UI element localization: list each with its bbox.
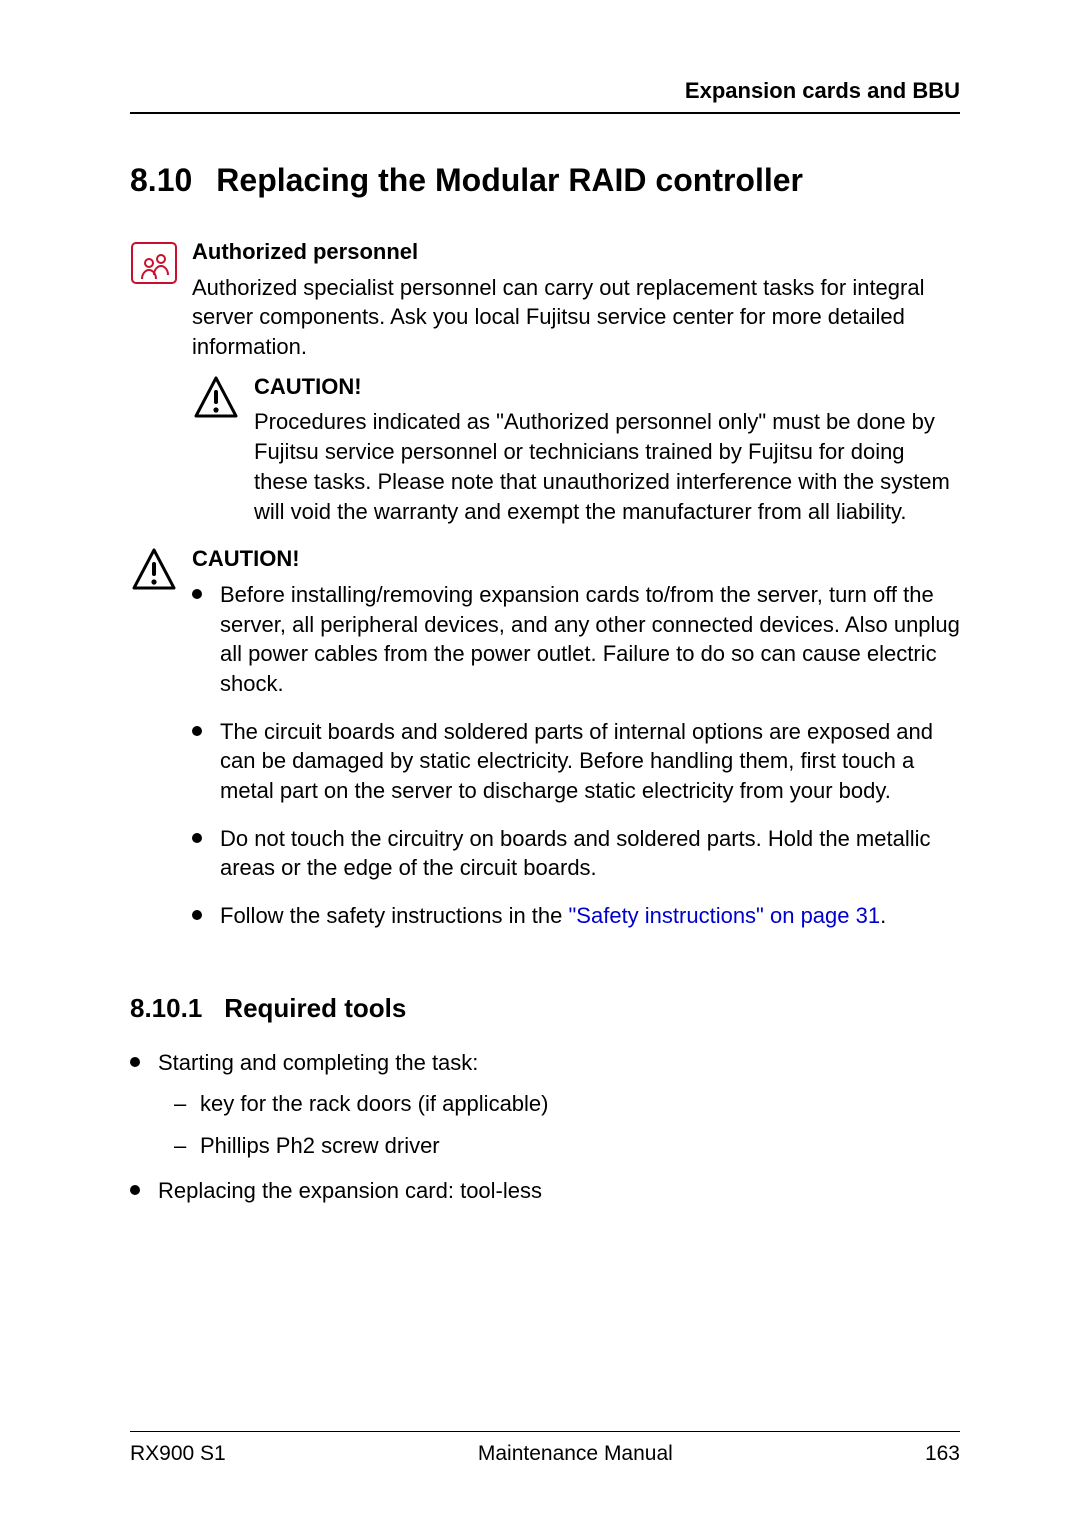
- caution-inner-heading: CAUTION!: [254, 372, 960, 402]
- list-item: Do not touch the circuitry on boards and…: [192, 824, 960, 883]
- list-item: Follow the safety instructions in the "S…: [192, 901, 960, 931]
- section-title-text: Replacing the Modular RAID controller: [216, 162, 803, 199]
- authorized-text: Authorized specialist personnel can carr…: [192, 273, 960, 362]
- list-item: Starting and completing the task: key fo…: [130, 1048, 960, 1162]
- section-title: 8.10 Replacing the Modular RAID controll…: [130, 162, 960, 199]
- list-item: The circuit boards and soldered parts of…: [192, 717, 960, 806]
- caution-inner-block: CAUTION! Procedures indicated as "Author…: [192, 372, 960, 526]
- subsection-title-text: Required tools: [224, 993, 406, 1024]
- safety-instructions-link[interactable]: "Safety instructions" on page 31: [569, 903, 881, 928]
- caution-inner-text: Procedures indicated as "Authorized pers…: [254, 407, 960, 526]
- page: Expansion cards and BBU 8.10 Replacing t…: [0, 0, 1080, 1526]
- list-item: Phillips Ph2 screw driver: [158, 1131, 960, 1162]
- caution-bullet-list: Before installing/removing expansion car…: [192, 580, 960, 931]
- caution-inner-body: CAUTION! Procedures indicated as "Author…: [254, 372, 960, 526]
- footer-right: 163: [925, 1442, 960, 1466]
- authorized-block: Authorized personnel Authorized speciali…: [130, 237, 960, 526]
- list-item: key for the rack doors (if applicable): [158, 1089, 960, 1120]
- tools-sublist: key for the rack doors (if applicable) P…: [158, 1089, 960, 1163]
- caution-last-prefix: Follow the safety instructions in the: [220, 903, 569, 928]
- caution-last-suffix: .: [880, 903, 886, 928]
- personnel-icon: [130, 239, 178, 287]
- running-head: Expansion cards and BBU: [130, 78, 960, 114]
- caution-outer-heading: CAUTION!: [192, 544, 960, 574]
- footer-center: Maintenance Manual: [478, 1442, 673, 1466]
- list-item: Replacing the expansion card: tool-less: [130, 1176, 960, 1207]
- list-item: Before installing/removing expansion car…: [192, 580, 960, 699]
- caution-outer-block: CAUTION! Before installing/removing expa…: [130, 544, 960, 949]
- tool-item-text: Replacing the expansion card: tool-less: [158, 1178, 542, 1203]
- caution-outer-body: CAUTION! Before installing/removing expa…: [192, 544, 960, 949]
- page-footer: RX900 S1 Maintenance Manual 163: [130, 1431, 960, 1466]
- caution-icon: [192, 374, 240, 422]
- footer-left: RX900 S1: [130, 1442, 226, 1466]
- section-number: 8.10: [130, 162, 192, 199]
- caution-icon: [130, 546, 178, 594]
- tool-item-text: Starting and completing the task:: [158, 1050, 478, 1075]
- subsection-title: 8.10.1 Required tools: [130, 993, 960, 1024]
- authorized-heading: Authorized personnel: [192, 237, 960, 267]
- authorized-body: Authorized personnel Authorized speciali…: [192, 237, 960, 526]
- subsection-number: 8.10.1: [130, 993, 202, 1024]
- tools-list: Starting and completing the task: key fo…: [130, 1048, 960, 1207]
